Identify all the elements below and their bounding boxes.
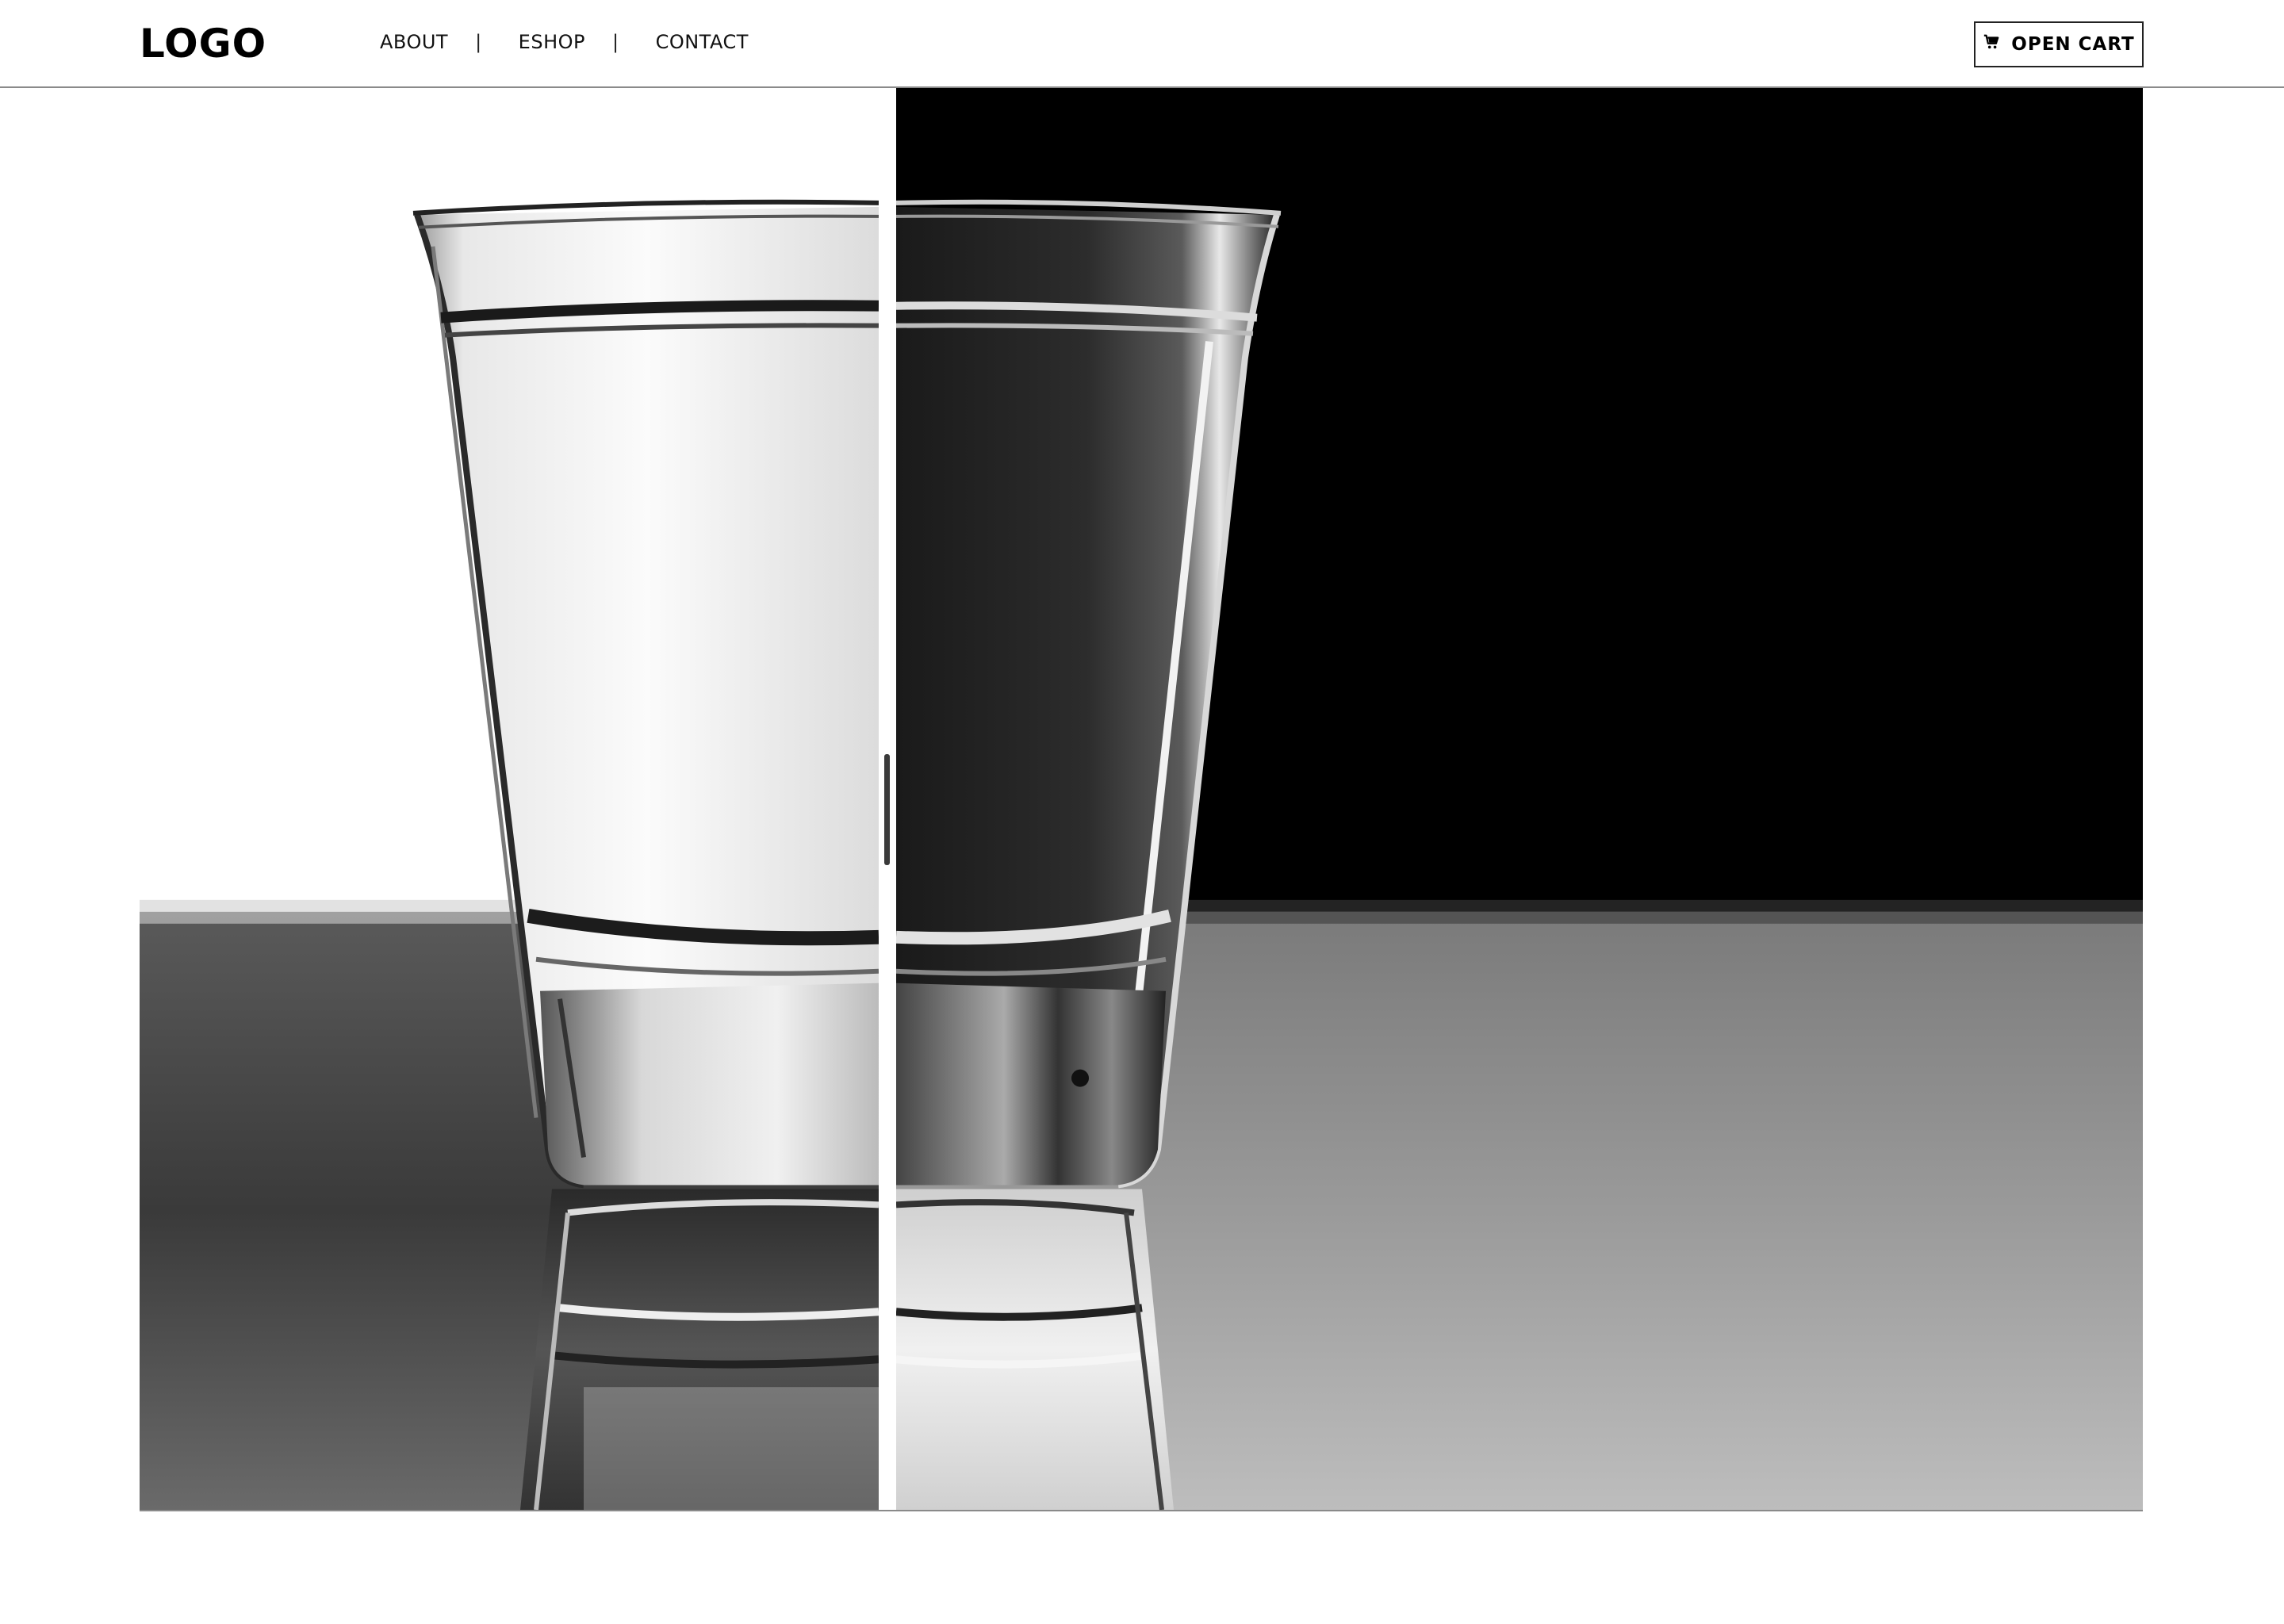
nav-eshop[interactable]: ESHOP xyxy=(519,31,585,53)
nav-separator: | xyxy=(611,31,619,53)
comparison-hero xyxy=(140,88,2143,1511)
cart-icon xyxy=(1983,33,2000,56)
logo[interactable]: LOGO xyxy=(140,21,266,67)
right-comparison-image xyxy=(896,88,2143,1510)
open-cart-button[interactable]: OPEN CART xyxy=(1974,21,2144,67)
open-cart-label: OPEN CART xyxy=(2011,34,2135,55)
site-header: LOGO ABOUT | ESHOP | CONTACT OPEN CART xyxy=(0,0,2284,88)
main-nav: ABOUT | ESHOP | CONTACT xyxy=(380,31,749,53)
comparison-slider-handle[interactable] xyxy=(884,754,890,865)
nav-about[interactable]: ABOUT xyxy=(380,31,448,53)
left-comparison-image xyxy=(140,88,879,1510)
nav-contact[interactable]: CONTACT xyxy=(656,31,749,53)
nav-separator: | xyxy=(475,31,482,53)
